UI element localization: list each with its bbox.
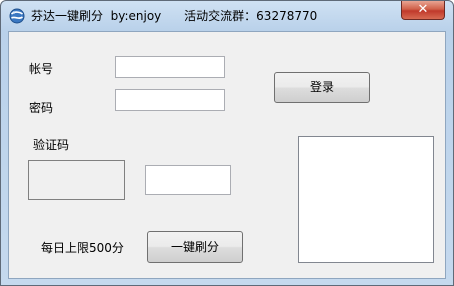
password-label: 密码 [29,101,54,115]
globe-swirl-icon [9,8,25,24]
captcha-label: 验证码 [33,138,70,152]
form-panel: 帐号 密码 登录 验证码 每日上限500分 一键刷分 [8,31,446,279]
log-output-box[interactable] [298,136,434,263]
one-click-button[interactable]: 一键刷分 [147,231,243,263]
daily-limit-text: 每日上限500分 [41,241,124,255]
account-input[interactable] [115,56,225,78]
close-icon: ✕ [417,2,429,17]
account-label: 帐号 [29,62,54,76]
close-button[interactable]: ✕ [401,1,445,20]
captcha-input[interactable] [145,165,231,195]
captcha-image[interactable] [28,160,125,200]
login-button[interactable]: 登录 [274,72,370,103]
window-title: 芬达一键刷分 by:enjoy 活动交流群：63278770 [31,9,318,23]
app-window: 芬达一键刷分 by:enjoy 活动交流群：63278770 ✕ 帐号 密码 登… [0,0,454,286]
title-bar[interactable]: 芬达一键刷分 by:enjoy 活动交流群：63278770 ✕ [1,1,453,31]
password-input[interactable] [115,89,225,111]
